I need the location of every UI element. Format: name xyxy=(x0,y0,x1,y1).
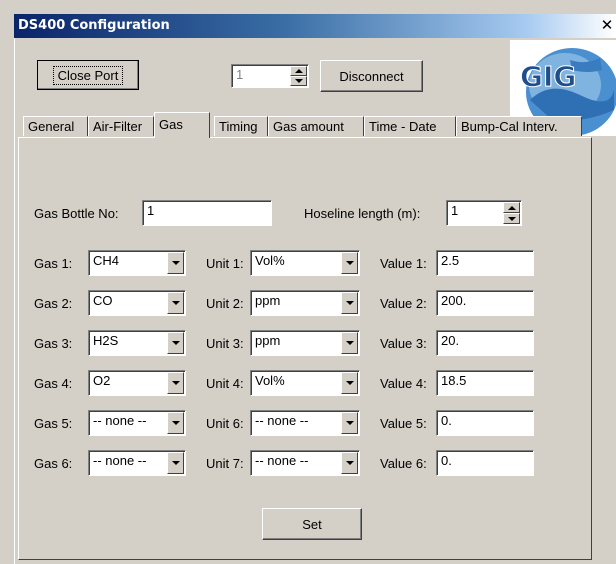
unit-3-label: Unit 3: xyxy=(206,336,244,351)
unit-6-label: Unit 7: xyxy=(206,456,244,471)
tab-bump-cal-interv[interactable]: Bump-Cal Interv. xyxy=(456,116,582,136)
gas-3-select[interactable]: H2S xyxy=(88,330,186,356)
chevron-down-icon[interactable] xyxy=(341,252,358,274)
value-5-label: Value 5: xyxy=(380,416,427,431)
value-3-value: 20. xyxy=(441,333,460,348)
chevron-down-icon[interactable] xyxy=(341,332,358,354)
unit-1-value: Vol% xyxy=(255,253,285,268)
value-1-input[interactable]: 2.5 xyxy=(436,250,534,276)
chevron-down-icon[interactable] xyxy=(341,292,358,314)
gas-6-select[interactable]: -- none -- xyxy=(88,450,186,476)
value-5-input[interactable]: 0. xyxy=(436,410,534,436)
gas-4-select[interactable]: O2 xyxy=(88,370,186,396)
gas-5-value: -- none -- xyxy=(93,413,147,428)
gas-bottle-value: 1 xyxy=(147,203,155,218)
chevron-down-icon[interactable] xyxy=(341,452,358,474)
unit-5-select[interactable]: -- none -- xyxy=(250,410,360,436)
gas-1-select[interactable]: CH4 xyxy=(88,250,186,276)
gas-5-select[interactable]: -- none -- xyxy=(88,410,186,436)
gas-6-value: -- none -- xyxy=(93,453,147,468)
port-spinner[interactable]: 1 xyxy=(231,64,309,88)
spin-up-icon[interactable] xyxy=(290,66,307,76)
hoseline-spinner[interactable]: 1 xyxy=(446,200,522,226)
unit-4-label: Unit 4: xyxy=(206,376,244,391)
set-button[interactable]: Set xyxy=(262,508,362,540)
close-icon[interactable]: ✕ xyxy=(598,16,616,34)
spin-up-icon[interactable] xyxy=(503,202,520,213)
value-2-value: 200. xyxy=(441,293,467,308)
chevron-down-icon[interactable] xyxy=(167,452,184,474)
disconnect-button[interactable]: Disconnect xyxy=(320,60,423,92)
chevron-down-icon[interactable] xyxy=(167,292,184,314)
unit-5-label: Unit 6: xyxy=(206,416,244,431)
tab-time-date[interactable]: Time - Date xyxy=(364,116,456,136)
gas-bottle-input[interactable]: 1 xyxy=(142,200,272,226)
port-spin-buttons[interactable] xyxy=(290,66,307,86)
window-title: DS400 Configuration xyxy=(18,18,170,33)
chevron-down-icon[interactable] xyxy=(167,412,184,434)
chevron-down-icon[interactable] xyxy=(167,252,184,274)
unit-2-label: Unit 2: xyxy=(206,296,244,311)
tab-gas-amount[interactable]: Gas amount xyxy=(268,116,364,136)
value-6-value: 0. xyxy=(441,453,452,468)
gas-1-value: CH4 xyxy=(93,253,120,268)
value-4-input[interactable]: 18.5 xyxy=(436,370,534,396)
chevron-down-icon[interactable] xyxy=(341,412,358,434)
hoseline-value: 1 xyxy=(451,203,459,218)
chevron-down-icon[interactable] xyxy=(341,372,358,394)
value-1-value: 2.5 xyxy=(441,253,460,268)
hoseline-label: Hoseline length (m): xyxy=(304,206,421,221)
value-6-label: Value 6: xyxy=(380,456,427,471)
tab-air-filter[interactable]: Air-Filter xyxy=(88,116,154,136)
gas-5-label: Gas 5: xyxy=(34,416,73,431)
value-3-input[interactable]: 20. xyxy=(436,330,534,356)
tab-general[interactable]: General xyxy=(23,116,88,136)
gas-4-value: O2 xyxy=(93,373,111,388)
value-4-label: Value 4: xyxy=(380,376,427,391)
port-value: 1 xyxy=(236,67,244,82)
chevron-down-icon[interactable] xyxy=(167,332,184,354)
value-5-value: 0. xyxy=(441,413,452,428)
unit-1-select[interactable]: Vol% xyxy=(250,250,360,276)
gas-2-label: Gas 2: xyxy=(34,296,73,311)
chevron-down-icon[interactable] xyxy=(167,372,184,394)
hoseline-spin-buttons[interactable] xyxy=(503,202,520,224)
tab-timing[interactable]: Timing xyxy=(214,116,268,136)
unit-2-select[interactable]: ppm xyxy=(250,290,360,316)
unit-1-label: Unit 1: xyxy=(206,256,244,271)
gas-3-value: H2S xyxy=(93,333,119,348)
unit-5-value: -- none -- xyxy=(255,413,309,428)
value-2-label: Value 2: xyxy=(380,296,427,311)
unit-4-select[interactable]: Vol% xyxy=(250,370,360,396)
value-2-input[interactable]: 200. xyxy=(436,290,534,316)
value-4-value: 18.5 xyxy=(441,373,467,388)
unit-6-select[interactable]: -- none -- xyxy=(250,450,360,476)
gas-2-select[interactable]: CO xyxy=(88,290,186,316)
gas-4-label: Gas 4: xyxy=(34,376,73,391)
title-bar[interactable]: DS400 Configuration ✕ xyxy=(14,14,616,38)
value-6-input[interactable]: 0. xyxy=(436,450,534,476)
unit-4-value: Vol% xyxy=(255,373,285,388)
logo-text: GIG xyxy=(520,60,576,93)
spin-down-icon[interactable] xyxy=(503,213,520,224)
unit-6-value: -- none -- xyxy=(255,453,309,468)
value-1-label: Value 1: xyxy=(380,256,427,271)
value-3-label: Value 3: xyxy=(380,336,427,351)
gas-bottle-label: Gas Bottle No: xyxy=(34,206,119,221)
unit-3-select[interactable]: ppm xyxy=(250,330,360,356)
unit-3-value: ppm xyxy=(255,333,281,348)
close-port-label: Close Port xyxy=(52,65,124,85)
unit-2-value: ppm xyxy=(255,293,281,308)
gas-6-label: Gas 6: xyxy=(34,456,73,471)
close-port-button[interactable]: Close Port xyxy=(37,60,139,90)
gas-2-value: CO xyxy=(93,293,113,308)
tab-gas[interactable]: Gas xyxy=(154,112,210,138)
gas-3-label: Gas 3: xyxy=(34,336,73,351)
gas-1-label: Gas 1: xyxy=(34,256,73,271)
spin-down-icon[interactable] xyxy=(290,76,307,86)
